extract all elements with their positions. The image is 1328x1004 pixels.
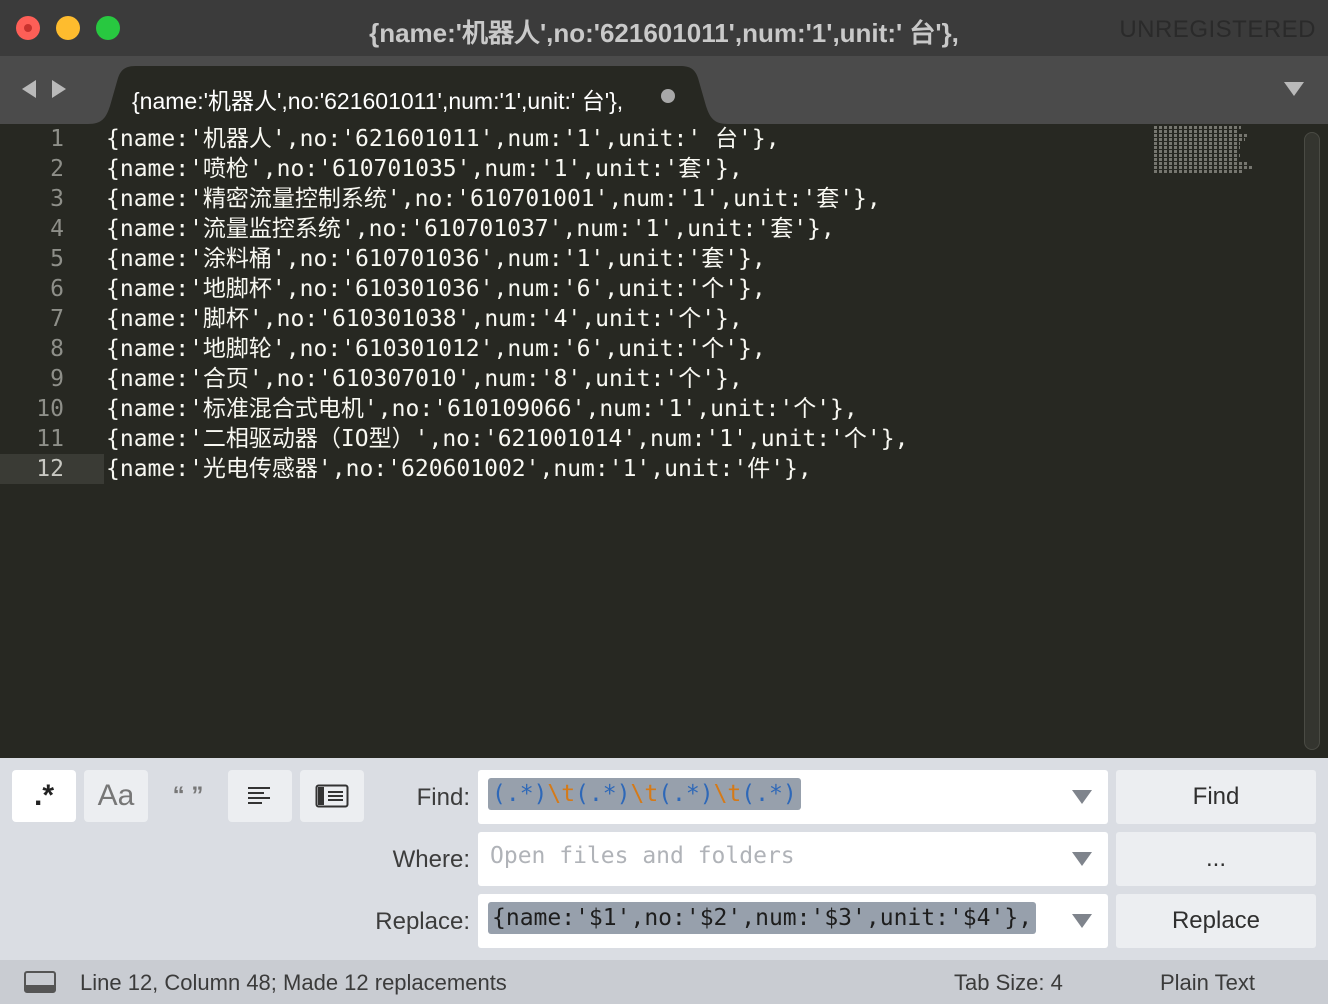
code-line[interactable]: {name:'合页',no:'610307010',num:'8',unit:'… [106, 364, 743, 394]
regex-group-token: (.*) [658, 781, 714, 807]
case-icon: Aa [97, 779, 135, 812]
unregistered-label: UNREGISTERED [1119, 16, 1316, 43]
preserve-case-toggle-button[interactable] [228, 770, 292, 822]
minimap-line [1154, 134, 1249, 137]
title-bar: {name:'机器人',no:'621601011',num:'1',unit:… [0, 0, 1328, 56]
editor-area[interactable]: 1 2 3 4 5 6 7 8 9 10 11 12 {name:'机器人',no:'62160101… [0, 124, 1328, 758]
tab-label: {name:'机器人',no:'621601011',num:'1',unit:… [132, 88, 624, 114]
syntax-status[interactable]: Plain Text [1160, 970, 1255, 996]
code-line[interactable]: {name:'脚杯',no:'610301038',num:'4',unit:'… [106, 304, 743, 334]
minimap-line [1154, 170, 1243, 173]
tab-size-status[interactable]: Tab Size: 4 [954, 970, 1063, 996]
minimap-line [1154, 126, 1241, 129]
minimap-line [1154, 138, 1245, 141]
regex-tab-token: \t [713, 781, 742, 807]
line-number: 7 [50, 306, 64, 332]
minimap-line [1154, 162, 1247, 165]
find-label: Find: [416, 784, 470, 811]
find-replace-panel: .* Aa “ ” Find: (.*)\t(.*)\t(.*)\t(.*) F… [0, 758, 1328, 960]
code-line[interactable]: {name:'流量监控系统',no:'610701037',num:'1',un… [106, 214, 835, 244]
line-number: 2 [50, 156, 64, 182]
find-input[interactable]: (.*)\t(.*)\t(.*)\t(.*) [478, 770, 1108, 824]
line-number: 1 [50, 126, 64, 152]
line-number: 11 [36, 426, 64, 452]
minimap-line [1154, 154, 1240, 157]
tab-list-dropdown-icon[interactable] [1284, 82, 1304, 96]
code-line[interactable]: {name:'光电传感器',no:'620601002',num:'1',uni… [106, 454, 812, 484]
line-number: 3 [50, 186, 64, 212]
quotes-icon: “ ” [172, 782, 204, 809]
where-dropdown-icon[interactable] [1072, 852, 1092, 866]
replace-text: {name:'$1',no:'$2',num:'$3',unit:'$4'}, [488, 902, 1037, 934]
where-browse-button[interactable]: ... [1116, 832, 1316, 886]
regex-tab-token: \t [630, 781, 659, 807]
code-line[interactable]: {name:'涂料桶',no:'610701036',num:'1',unit:… [106, 244, 766, 274]
code-line[interactable]: {name:'机器人',no:'621601011',num:'1',unit:… [106, 124, 780, 154]
unsaved-dot-icon[interactable] [661, 89, 675, 103]
minimap-line [1154, 142, 1240, 145]
line-number: 4 [50, 216, 64, 242]
minimap-line [1154, 146, 1240, 149]
minimap-line [1154, 166, 1253, 169]
regex-tab-token: \t [547, 781, 576, 807]
replace-label: Replace: [375, 908, 470, 935]
status-bar: Line 12, Column 48; Made 12 replacements… [0, 960, 1328, 1004]
line-number: 9 [50, 366, 64, 392]
line-number: 10 [36, 396, 64, 422]
tab-active-file[interactable]: {name:'机器人',no:'621601011',num:'1',unit:… [88, 66, 728, 124]
tab-bar: {name:'机器人',no:'621601011',num:'1',unit:… [0, 56, 1328, 124]
where-placeholder: Open files and folders [490, 843, 795, 869]
line-number: 8 [50, 336, 64, 362]
whole-word-toggle-button[interactable]: “ ” [156, 770, 220, 822]
regex-icon: .* [33, 779, 54, 812]
forward-arrow-icon[interactable] [52, 80, 66, 98]
minimap-line [1154, 130, 1238, 133]
line-number: 12 [36, 456, 64, 482]
panel-toggle-icon[interactable] [24, 971, 56, 993]
align-lines-icon [248, 787, 270, 804]
replace-button[interactable]: Replace [1116, 894, 1316, 948]
case-sensitive-toggle-button[interactable]: Aa [84, 770, 148, 822]
regex-group-token: (.*) [575, 781, 631, 807]
code-line[interactable]: {name:'喷枪',no:'610701035',num:'1',unit:'… [106, 154, 743, 184]
where-label: Where: [392, 846, 470, 873]
vertical-scrollbar[interactable] [1304, 132, 1320, 750]
regex-group-token: (.*) [492, 781, 548, 807]
code-line[interactable]: {name:'标准混合式电机',no:'610109066',num:'1',u… [106, 394, 858, 424]
minimap-line [1154, 158, 1238, 161]
replace-input[interactable]: {name:'$1',no:'$2',num:'$3',unit:'$4'}, [478, 894, 1108, 948]
code-line[interactable]: {name:'地脚轮',no:'610301012',num:'6',unit:… [106, 334, 766, 364]
code-line[interactable]: {name:'地脚杯',no:'610301036',num:'6',unit:… [106, 274, 766, 304]
find-button[interactable]: Find [1116, 770, 1316, 824]
code-line[interactable]: {name:'二相驱动器（IO型）',no:'621001014',num:'1… [106, 424, 908, 454]
cursor-position-status: Line 12, Column 48; Made 12 replacements [80, 970, 507, 995]
where-input[interactable]: Open files and folders [478, 832, 1108, 886]
find-regex-text: (.*)\t(.*)\t(.*)\t(.*) [488, 778, 801, 810]
code-line[interactable]: {name:'精密流量控制系统',no:'610701001',num:'1',… [106, 184, 881, 214]
regex-toggle-button[interactable]: .* [12, 770, 76, 822]
minimap-line [1154, 150, 1238, 153]
back-arrow-icon[interactable] [22, 80, 36, 98]
replace-history-dropdown-icon[interactable] [1072, 914, 1092, 928]
line-number: 6 [50, 276, 64, 302]
line-number: 5 [50, 246, 64, 272]
find-history-dropdown-icon[interactable] [1072, 790, 1092, 804]
regex-group-token: (.*) [741, 781, 797, 807]
